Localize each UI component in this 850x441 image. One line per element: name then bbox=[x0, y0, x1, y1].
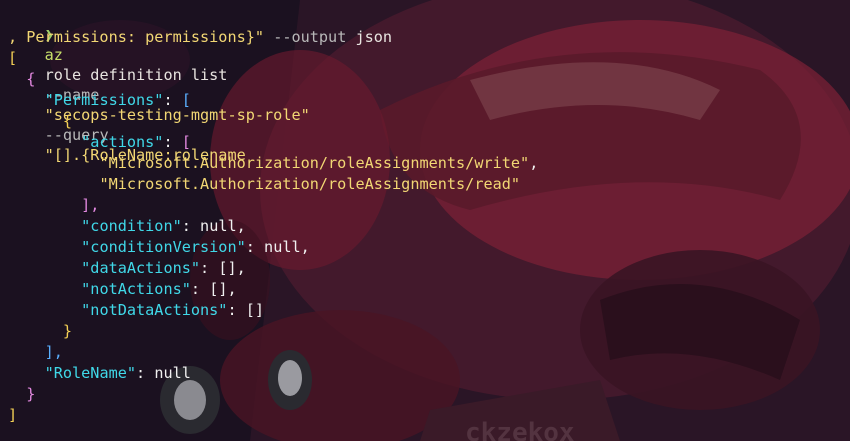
action-2: "Microsoft.Authorization/roleAssignments… bbox=[99, 175, 521, 193]
permissions-key: "Permissions" bbox=[44, 91, 164, 109]
terminal-window[interactable]: ❯ az role definition list --name "secops… bbox=[0, 0, 850, 441]
command-subcommand: role definition list bbox=[44, 66, 228, 84]
json-not-actions-line: "notActions": [], bbox=[81, 280, 237, 298]
not-actions-value: [] bbox=[209, 280, 228, 298]
command-flag-output: --output bbox=[273, 28, 347, 46]
role-name-key: "RoleName" bbox=[44, 364, 137, 382]
condition-value: null bbox=[200, 217, 237, 235]
condition-key: "condition" bbox=[81, 217, 182, 235]
not-data-actions-value: [] bbox=[245, 301, 265, 319]
condition-version-value: null bbox=[264, 238, 301, 256]
json-data-actions-line: "dataActions": [], bbox=[81, 259, 246, 277]
json-close-permissions-array: ], bbox=[8, 342, 63, 362]
json-condition-line: "condition": null, bbox=[81, 217, 246, 235]
data-actions-key: "dataActions" bbox=[81, 259, 201, 277]
actions-open-bracket: [ bbox=[181, 133, 191, 151]
command-line-continued: , Permissions: permissions}" --output js… bbox=[8, 27, 392, 47]
json-close-permission-object: } bbox=[8, 321, 72, 341]
json-action-2-line: "Microsoft.Authorization/roleAssignments… bbox=[8, 174, 520, 194]
role-name-value: null bbox=[154, 364, 191, 382]
open-brace: { bbox=[26, 70, 36, 88]
data-actions-value: [] bbox=[218, 259, 237, 277]
actions-key: "actions" bbox=[81, 133, 164, 151]
close-bracket: ] bbox=[8, 406, 18, 424]
json-close-object: } bbox=[8, 384, 35, 404]
permission-open-brace: { bbox=[62, 112, 73, 130]
json-open-permission-object: { bbox=[8, 111, 72, 131]
action-1: "Microsoft.Authorization/roleAssignments… bbox=[99, 154, 530, 172]
json-role-name-line: "RoleName": null bbox=[44, 364, 191, 382]
close-brace: } bbox=[26, 385, 36, 403]
permission-close-brace: } bbox=[62, 322, 73, 340]
command-query-part2: , Permissions: permissions}" bbox=[8, 28, 265, 46]
command-line: ❯ az role definition list --name "secops… bbox=[8, 5, 310, 164]
json-not-data-actions-line: "notDataActions": [] bbox=[81, 301, 265, 319]
json-permissions-line: "Permissions": [ bbox=[44, 91, 191, 109]
actions-close-bracket: ], bbox=[81, 196, 100, 214]
permissions-close-bracket: ], bbox=[44, 343, 63, 361]
json-condition-version-line: "conditionVersion": null, bbox=[81, 238, 310, 256]
json-actions-line: "actions": [ bbox=[81, 133, 191, 151]
not-data-actions-key: "notDataActions" bbox=[81, 301, 228, 319]
json-open-array: [ bbox=[8, 48, 17, 68]
permissions-open-bracket: [ bbox=[181, 91, 191, 109]
open-bracket: [ bbox=[8, 49, 18, 67]
json-open-object: { bbox=[8, 69, 35, 89]
condition-version-key: "conditionVersion" bbox=[81, 238, 246, 256]
command-output-value: json bbox=[355, 28, 393, 46]
json-close-array: ] bbox=[8, 405, 17, 425]
not-actions-key: "notActions" bbox=[81, 280, 191, 298]
command-az: az bbox=[44, 46, 63, 64]
json-actions-close: ], bbox=[8, 195, 99, 215]
json-action-1-line: "Microsoft.Authorization/roleAssignments… bbox=[99, 154, 539, 172]
